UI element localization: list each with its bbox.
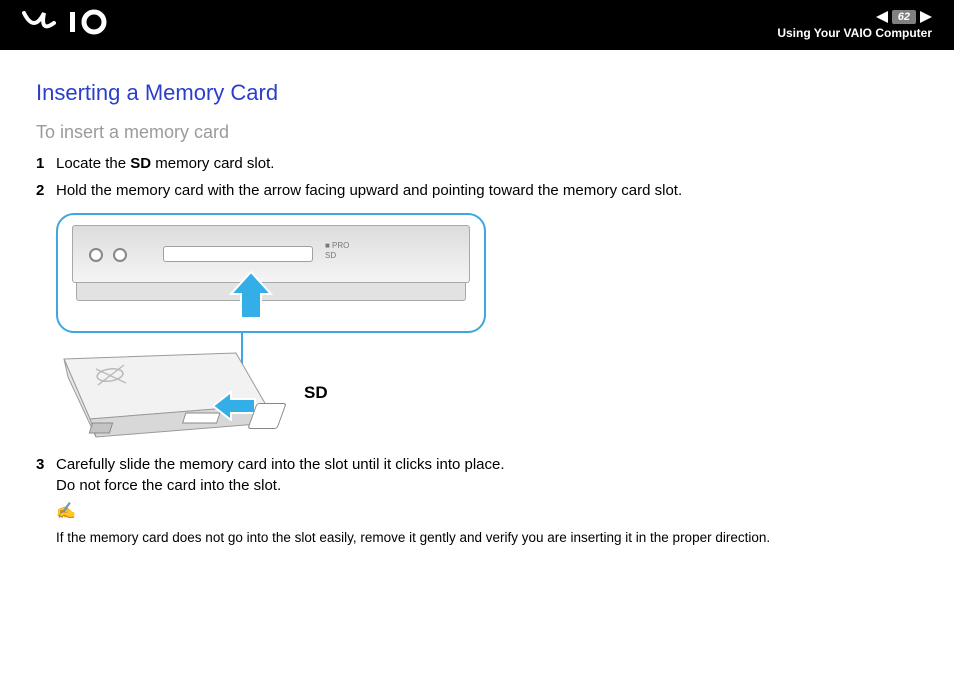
page-subtitle: To insert a memory card [36, 122, 918, 143]
label-pro: ■ PRO [325, 241, 349, 251]
sd-label: SD [304, 383, 328, 403]
step-number: 3 [36, 454, 56, 496]
page-header: 62 Using Your VAIO Computer [0, 0, 954, 50]
page-title: Inserting a Memory Card [36, 80, 918, 106]
step-text: Carefully slide the memory card into the… [56, 454, 918, 496]
overview-diagram: SD [56, 339, 486, 444]
next-page-icon[interactable] [920, 11, 932, 23]
step-text: Locate the SD memory card slot. [56, 153, 918, 174]
breadcrumb: Using Your VAIO Computer [777, 26, 932, 40]
step-2: 2 Hold the memory card with the arrow fa… [36, 180, 918, 201]
note-row: If the memory card does not go into the … [56, 530, 918, 545]
step-3-line1: Carefully slide the memory card into the… [56, 454, 918, 475]
step-number: 2 [36, 180, 56, 201]
page-content: Inserting a Memory Card To insert a memo… [0, 50, 954, 569]
page-number: 62 [892, 10, 916, 24]
insert-arrow-up-icon [228, 270, 274, 325]
step-3-line2: Do not force the card into the slot. [56, 475, 918, 496]
note-block: ✍ If the memory card does not go into th… [56, 502, 918, 545]
slot-labels: ■ PRO SD [325, 241, 349, 260]
prev-page-icon[interactable] [876, 11, 888, 23]
step-1-bold: SD [130, 155, 151, 172]
label-sd: SD [325, 251, 349, 261]
note-text: If the memory card does not go into the … [56, 530, 770, 545]
page-nav: 62 [876, 10, 932, 24]
step-1-post: memory card slot. [151, 155, 274, 172]
step-text: Hold the memory card with the arrow faci… [56, 180, 918, 201]
illustration: ■ PRO SD [56, 213, 486, 444]
note-icon: ✍ [56, 503, 76, 520]
card-slot [163, 246, 313, 262]
headphone-jack-icon [89, 248, 103, 262]
mic-jack-icon [113, 248, 127, 262]
vaio-logo [22, 9, 122, 42]
step-1: 1 Locate the SD memory card slot. [36, 153, 918, 174]
closeup-frame: ■ PRO SD [56, 213, 486, 333]
header-right: 62 Using Your VAIO Computer [777, 10, 932, 40]
step-3: 3 Carefully slide the memory card into t… [36, 454, 918, 496]
step-1-pre: Locate the [56, 155, 130, 172]
step-number: 1 [36, 153, 56, 174]
